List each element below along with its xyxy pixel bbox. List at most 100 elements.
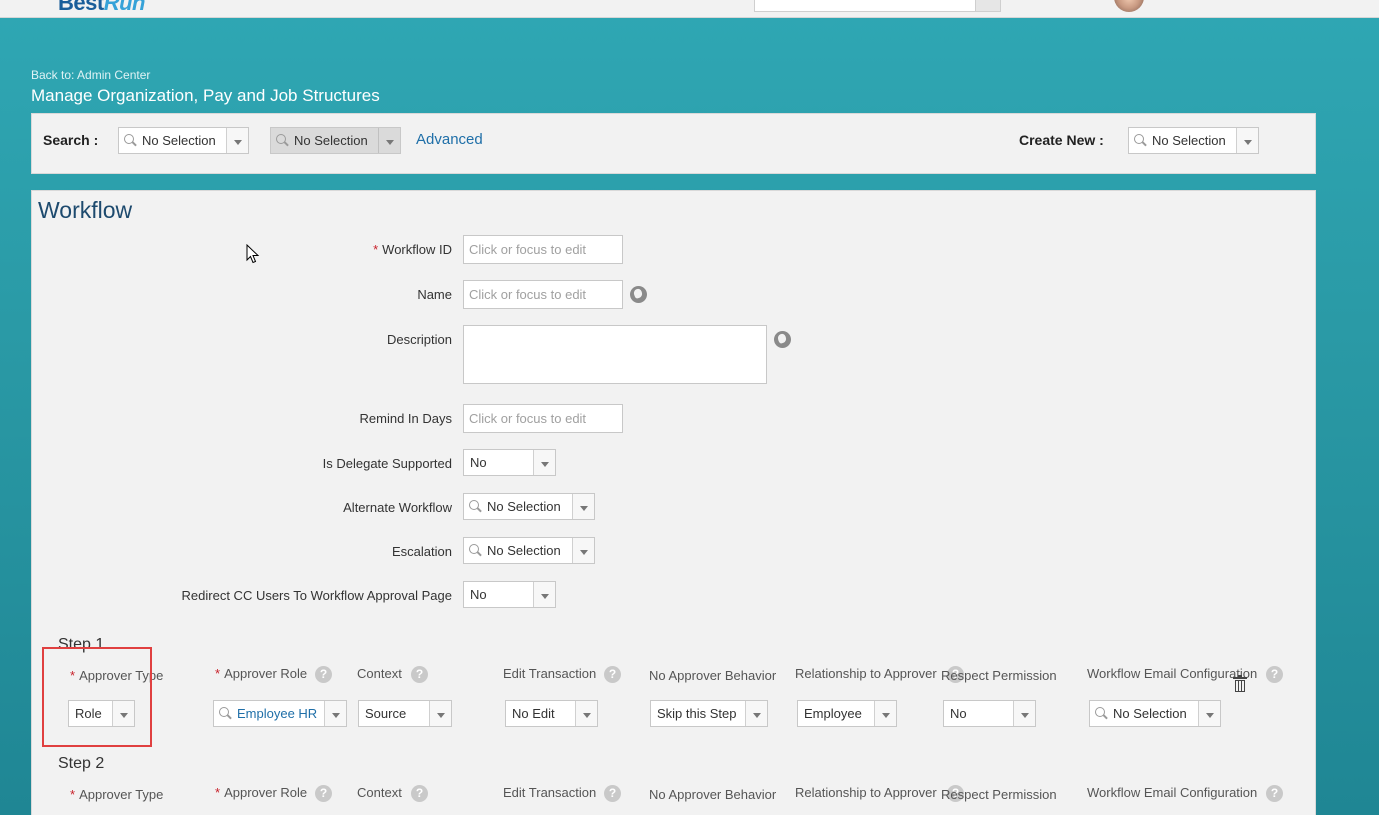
approver-role-label: * Approver Role	[215, 785, 307, 800]
description-textarea[interactable]	[463, 325, 767, 384]
is-delegate-supported-label: Is Delegate Supported	[322, 456, 452, 471]
chevron-down-icon[interactable]	[745, 701, 767, 726]
search-icon	[468, 499, 484, 515]
help-icon[interactable]: ?	[315, 785, 332, 802]
global-search-button[interactable]	[975, 0, 1001, 12]
search-icon	[218, 706, 234, 722]
help-icon[interactable]: ?	[604, 666, 621, 683]
search-record-value: No Selection	[294, 133, 368, 148]
respect-permission-select[interactable]: No	[943, 700, 1036, 727]
no-approver-behavior-value: Skip this Step	[657, 706, 737, 721]
escalation-value: No Selection	[487, 543, 561, 558]
page-title: Manage Organization, Pay and Job Structu…	[31, 86, 380, 105]
mouse-cursor-icon	[246, 244, 260, 264]
chevron-down-icon[interactable]	[1236, 128, 1258, 153]
search-label: Search :	[43, 132, 99, 148]
global-search-input[interactable]	[754, 0, 976, 12]
edit-transaction-label: Edit Transaction	[503, 666, 597, 681]
relationship-to-approver-value: Employee	[804, 706, 862, 721]
chevron-down-icon[interactable]	[1198, 701, 1220, 726]
required-mark: *	[70, 787, 76, 802]
no-approver-behavior-label: No Approver Behavior	[649, 668, 777, 683]
approver-type-label: * Approver Type	[70, 787, 163, 802]
relationship-to-approver-select[interactable]: Employee	[797, 700, 897, 727]
help-icon[interactable]: ?	[315, 666, 332, 683]
relationship-to-approver-label: Relationship to Approver	[795, 666, 937, 681]
redirect-cc-label: Redirect CC Users To Workflow Approval P…	[181, 588, 452, 603]
chevron-down-icon[interactable]	[378, 128, 400, 153]
edit-transaction-select[interactable]: No Edit	[505, 700, 598, 727]
trash-can	[1235, 680, 1245, 692]
is-delegate-supported-value: No	[470, 455, 487, 470]
user-avatar[interactable]	[1114, 0, 1144, 12]
help-icon[interactable]: ?	[1266, 785, 1283, 802]
description-label: Description	[386, 332, 452, 347]
trash-lid	[1233, 677, 1247, 679]
approver-type-highlight-box	[42, 647, 152, 747]
chevron-down-icon[interactable]	[324, 701, 346, 726]
workflow-email-config-select[interactable]: No Selection	[1089, 700, 1221, 727]
company-logo[interactable]: BestRun	[58, 0, 145, 16]
search-icon	[275, 133, 291, 149]
alternate-workflow-value: No Selection	[487, 499, 561, 514]
create-new-label: Create New :	[1019, 132, 1104, 148]
chevron-down-icon[interactable]	[1013, 701, 1035, 726]
escalation-label: Escalation	[392, 544, 452, 559]
chevron-down-icon[interactable]	[874, 701, 896, 726]
is-delegate-supported-select[interactable]: No	[463, 449, 556, 476]
help-icon[interactable]: ?	[604, 785, 621, 802]
chevron-down-icon[interactable]	[572, 538, 594, 563]
globe-translate-icon[interactable]	[630, 286, 647, 303]
logo-text: Best	[58, 0, 104, 15]
workflow-email-config-value: No Selection	[1113, 706, 1187, 721]
respect-permission-label: Respect Permission	[941, 787, 1057, 802]
approver-role-select[interactable]: Employee HR	[213, 700, 347, 727]
approver-role-label-text: Approver Role	[224, 785, 308, 800]
trash-icon[interactable]	[1233, 675, 1247, 692]
workflow-id-input[interactable]: Click or focus to edit	[463, 235, 623, 264]
context-label: Context	[357, 666, 402, 681]
create-new-value: No Selection	[1152, 133, 1226, 148]
workflow-email-config-label: Workflow Email Configuration	[1087, 785, 1258, 800]
no-approver-behavior-select[interactable]: Skip this Step	[650, 700, 768, 727]
no-approver-behavior-label: No Approver Behavior	[649, 787, 777, 802]
approver-role-label-text: Approver Role	[224, 666, 308, 681]
help-icon[interactable]: ?	[1266, 666, 1283, 683]
chevron-down-icon[interactable]	[533, 450, 555, 475]
search-icon	[468, 543, 484, 559]
chevron-down-icon[interactable]	[572, 494, 594, 519]
help-icon[interactable]: ?	[411, 666, 428, 683]
chevron-down-icon[interactable]	[226, 128, 248, 153]
alternate-workflow-label: Alternate Workflow	[343, 500, 452, 515]
redirect-cc-select[interactable]: No	[463, 581, 556, 608]
search-object-select[interactable]: No Selection	[118, 127, 249, 154]
workflow-title: Workflow	[38, 197, 133, 223]
escalation-select[interactable]: No Selection	[463, 537, 595, 564]
required-mark: *	[215, 666, 221, 681]
redirect-cc-value: No	[470, 587, 487, 602]
remind-in-days-label: Remind In Days	[359, 411, 452, 426]
approver-role-label: * Approver Role	[215, 666, 307, 681]
top-bar: BestRun	[0, 0, 1379, 18]
context-select[interactable]: Source	[358, 700, 452, 727]
name-input[interactable]: Click or focus to edit	[463, 280, 623, 309]
edit-transaction-label: Edit Transaction	[503, 785, 597, 800]
help-icon[interactable]: ?	[411, 785, 428, 802]
name-label: Name	[417, 287, 452, 302]
search-icon	[1094, 706, 1110, 722]
chevron-down-icon[interactable]	[533, 582, 555, 607]
search-record-select[interactable]: No Selection	[270, 127, 401, 154]
globe-translate-icon[interactable]	[774, 331, 791, 348]
logo-text-accent: Run	[103, 0, 146, 15]
remind-in-days-input[interactable]: Click or focus to edit	[463, 404, 623, 433]
chevron-down-icon[interactable]	[429, 701, 451, 726]
context-value: Source	[365, 706, 407, 721]
respect-permission-label: Respect Permission	[941, 668, 1057, 683]
advanced-search-link[interactable]: Advanced	[416, 131, 483, 148]
back-to-admin-link[interactable]: Back to: Admin Center	[31, 68, 150, 82]
approver-role-value[interactable]: Employee HR	[234, 706, 324, 721]
chevron-down-icon[interactable]	[575, 701, 597, 726]
create-new-select[interactable]: No Selection	[1128, 127, 1259, 154]
workflow-id-label-text: Workflow ID	[382, 242, 452, 257]
alternate-workflow-select[interactable]: No Selection	[463, 493, 595, 520]
